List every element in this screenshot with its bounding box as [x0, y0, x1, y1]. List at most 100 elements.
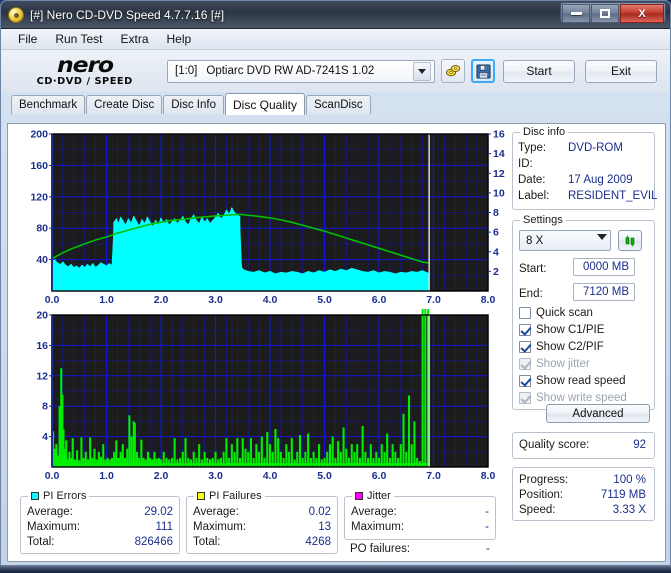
disc-speed-icon	[445, 65, 461, 77]
maximize-button[interactable]	[591, 4, 619, 23]
toolbar: nero CD·DVD ∕ SPEED [1:0] Optiarc DVD RW…	[1, 50, 670, 92]
pi-errors-plot: 40 80 120 160 200 2 4 6 8 10 12 14 16 0.0 1.0 2.0 3.0 4.0…	[30, 129, 505, 307]
logo-wordmark: nero	[57, 53, 114, 78]
tab-disc-quality[interactable]: Disc Quality	[225, 93, 306, 115]
progress-value: 100 %	[613, 474, 646, 486]
checkbox-icon	[519, 341, 531, 353]
svg-text:6.0: 6.0	[372, 470, 387, 482]
chevron-down-icon	[597, 234, 607, 240]
position-value: 7119 MB	[600, 489, 646, 501]
checkbox-show-c2-pif[interactable]: Show C2/PIF	[519, 341, 604, 353]
disc-date-label: Date:	[518, 174, 546, 186]
menu-item-extra[interactable]: Extra	[111, 30, 157, 48]
svg-text:5.0: 5.0	[317, 294, 332, 306]
start-field[interactable]: 0000 MB	[573, 258, 635, 276]
chevron-down-icon[interactable]	[413, 61, 431, 81]
exit-button[interactable]: Exit	[585, 59, 657, 83]
menu-item-run-test[interactable]: Run Test	[46, 30, 111, 48]
pi-errors-maximum-label: Maximum:	[27, 521, 81, 533]
refresh-button[interactable]	[618, 230, 642, 251]
close-button[interactable]: X	[620, 4, 664, 23]
checkbox-icon	[519, 392, 531, 404]
svg-text:3.0: 3.0	[208, 294, 223, 306]
window-controls: X	[560, 2, 666, 23]
title-bar: [#] Nero CD-DVD Speed 4.7.7.16 [#] X	[1, 1, 670, 29]
checkbox-show-c1-pie[interactable]: Show C1/PIE	[519, 324, 604, 336]
speed-label: Speed:	[519, 504, 556, 516]
tab-strip: Benchmark Create Disc Disc Info Disc Qua…	[11, 93, 670, 115]
po-failures-value: -	[486, 543, 490, 555]
svg-text:1.0: 1.0	[99, 294, 114, 306]
settings-legend: Settings	[520, 214, 566, 226]
svg-text:1.0: 1.0	[99, 470, 114, 482]
pi-failures-legend: PI Failures	[194, 490, 265, 502]
desktop-background: [#] Nero CD-DVD Speed 4.7.7.16 [#] X Fil…	[0, 0, 671, 573]
drive-name: Optiarc DVD RW AD-7241S 1.02	[206, 65, 375, 77]
jitter-stats-group: Jitter Average: - Maximum: -	[344, 490, 496, 540]
tab-disc-info[interactable]: Disc Info	[163, 95, 224, 114]
speed-select-value: 8 X	[526, 234, 544, 247]
tab-benchmark[interactable]: Benchmark	[11, 95, 86, 114]
disc-quality-panel: 40 80 120 160 200 2 4 6 8 10 12 14 16 0.0 1.0 2.0 3.0 4.0…	[7, 123, 666, 562]
svg-text:16: 16	[493, 129, 505, 141]
svg-text:3.0: 3.0	[208, 470, 223, 482]
tab-scandisc[interactable]: ScanDisc	[306, 95, 371, 114]
pi-errors-color-swatch	[31, 492, 39, 500]
pi-failures-color-swatch	[197, 492, 205, 500]
svg-text:6.0: 6.0	[372, 294, 387, 306]
svg-text:4.0: 4.0	[263, 470, 278, 482]
disc-label-label: Label:	[518, 190, 550, 202]
floppy-save-icon	[475, 63, 491, 79]
svg-text:4: 4	[42, 431, 48, 443]
checkbox-icon	[519, 324, 531, 336]
pi-failures-total-label: Total:	[193, 536, 221, 548]
pi-failures-average-label: Average:	[193, 506, 239, 518]
svg-text:2: 2	[493, 266, 499, 278]
window-title: [#] Nero CD-DVD Speed 4.7.7.16 [#]	[30, 7, 225, 22]
minimize-icon	[570, 12, 582, 15]
speed-value: 3.33 X	[612, 504, 646, 516]
pi-errors-chart: 40 80 120 160 200 2 4 6 8 10 12 14 16 0.0 1.0 2.0 3.0 4.0…	[14, 128, 514, 311]
checkbox-show-jitter-label: Show jitter	[536, 358, 590, 370]
speed-select[interactable]: 8 X	[519, 230, 611, 251]
end-field[interactable]: 7120 MB	[573, 283, 635, 301]
maximize-icon	[600, 9, 610, 18]
svg-text:120: 120	[30, 191, 48, 203]
disc-date-value: 17 Aug 2009	[568, 174, 633, 186]
disc-id-label: ID:	[518, 158, 533, 170]
svg-text:8.0: 8.0	[481, 294, 496, 306]
svg-text:10: 10	[493, 187, 505, 199]
menu-item-file[interactable]: File	[9, 30, 46, 48]
progress-group: Progress: 100 % Position: 7119 MB Speed:…	[512, 467, 655, 521]
start-field-value: 0000 MB	[582, 261, 629, 273]
svg-text:7.0: 7.0	[426, 294, 441, 306]
save-results-button[interactable]	[471, 59, 495, 83]
disc-speed-button[interactable]	[441, 59, 465, 83]
checkbox-icon	[519, 307, 531, 319]
tab-create-disc[interactable]: Create Disc	[86, 95, 163, 114]
svg-text:4: 4	[493, 246, 499, 258]
nero-disc-icon	[8, 6, 24, 23]
logo-subtitle: CD·DVD ∕ SPEED	[36, 76, 134, 88]
application-window: [#] Nero CD-DVD Speed 4.7.7.16 [#] X Fil…	[0, 0, 671, 567]
checkbox-show-jitter: Show jitter	[519, 358, 590, 370]
disc-type-value: DVD-ROM	[568, 142, 623, 154]
svg-text:12: 12	[493, 168, 505, 180]
svg-text:2.0: 2.0	[154, 294, 169, 306]
checkbox-show-read-speed[interactable]: Show read speed	[519, 375, 626, 387]
svg-text:8: 8	[42, 401, 48, 413]
svg-text:6: 6	[493, 227, 499, 239]
pi-errors-stats-group: PI Errors Average: 29.02 Maximum: 111 To…	[20, 490, 180, 554]
drive-select[interactable]: [1:0] Optiarc DVD RW AD-7241S 1.02	[167, 59, 435, 83]
minimize-button[interactable]	[562, 4, 590, 23]
start-button[interactable]: Start	[503, 59, 575, 83]
advanced-button[interactable]: Advanced	[546, 404, 650, 423]
jitter-legend: Jitter	[352, 490, 394, 502]
pi-errors-legend-label: PI Errors	[43, 490, 87, 502]
pi-errors-average-label: Average:	[27, 506, 73, 518]
svg-text:12: 12	[36, 370, 48, 382]
menu-item-help[interactable]: Help	[158, 30, 201, 48]
checkbox-quick-scan[interactable]: Quick scan	[519, 307, 593, 319]
svg-text:80: 80	[36, 223, 48, 235]
end-field-value: 7120 MB	[582, 286, 629, 298]
